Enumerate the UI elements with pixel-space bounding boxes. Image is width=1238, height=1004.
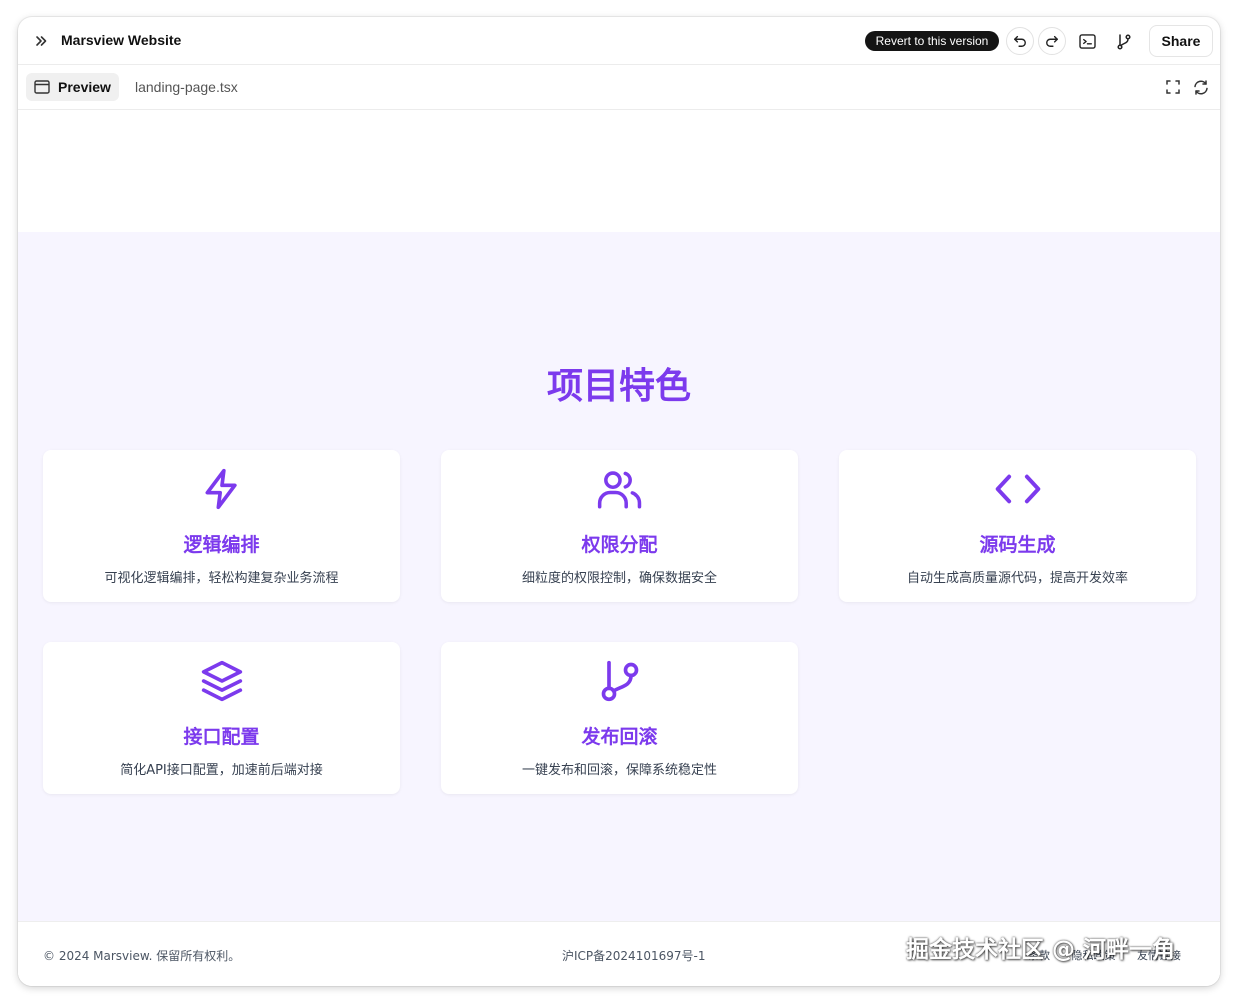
tab-preview[interactable]: Preview (26, 73, 119, 101)
branch-icon[interactable] (1110, 27, 1138, 55)
feature-desc: 可视化逻辑编排，轻松构建复杂业务流程 (104, 571, 339, 586)
tab-preview-label: Preview (58, 79, 111, 95)
feature-desc: 一键发布和回滚，保障系统稳定性 (521, 763, 717, 778)
fullscreen-icon[interactable] (1163, 77, 1183, 97)
expand-icon[interactable] (30, 29, 52, 53)
top-bar: Marsview Website Revert to this version … (18, 17, 1220, 65)
feature-title: 源码生成 (979, 534, 1056, 556)
undo-icon[interactable] (1006, 27, 1034, 55)
git-branch-icon (597, 658, 643, 704)
features-section: 项目特色 逻辑编排 可视化逻辑编排，轻松构建复杂业务流程 权限分配 细粒度的权限… (18, 232, 1220, 921)
feature-card: 接口配置 简化API接口配置，加速前后端对接 (43, 642, 400, 794)
feature-desc: 细粒度的权限控制，确保数据安全 (521, 571, 717, 586)
refresh-icon[interactable] (1191, 77, 1211, 97)
section-title: 项目特色 (546, 366, 691, 407)
feature-card: 逻辑编排 可视化逻辑编排，轻松构建复杂业务流程 (43, 450, 400, 602)
layers-icon (199, 658, 245, 704)
feature-desc: 简化API接口配置，加速前后端对接 (120, 763, 323, 778)
tab-bar: Preview landing-page.tsx (18, 65, 1220, 110)
feature-card: 源码生成 自动生成高质量源代码，提高开发效率 (839, 450, 1196, 602)
icp-link[interactable]: 沪ICP备2024101697号-1 (562, 947, 705, 964)
feature-title: 接口配置 (183, 726, 260, 748)
users-icon (597, 466, 643, 512)
terminal-icon[interactable] (1073, 27, 1101, 55)
feature-card: 发布回滚 一键发布和回滚，保障系统稳定性 (441, 642, 798, 794)
app-window: Marsview Website Revert to this version … (18, 17, 1220, 986)
copyright-text: © 2024 Marsview. 保留所有权利。 (43, 949, 241, 963)
feature-card: 权限分配 细粒度的权限控制，确保数据安全 (441, 450, 798, 602)
watermark: 掘金技术社区 @ 河畔一角 (906, 937, 1176, 963)
feature-title: 逻辑编排 (183, 534, 260, 556)
browser-icon (34, 80, 50, 94)
app-title: Marsview Website (61, 32, 182, 48)
lightning-icon (199, 466, 245, 512)
feature-desc: 自动生成高质量源代码，提高开发效率 (906, 571, 1128, 586)
preview-content: 项目特色 逻辑编排 可视化逻辑编排，轻松构建复杂业务流程 权限分配 细粒度的权限… (18, 110, 1220, 986)
revert-button[interactable]: Revert to this version (865, 31, 999, 51)
feature-title: 权限分配 (581, 534, 658, 556)
redo-icon[interactable] (1038, 27, 1066, 55)
tab-file[interactable]: landing-page.tsx (135, 79, 238, 95)
feature-title: 发布回滚 (581, 726, 658, 748)
share-button[interactable]: Share (1149, 25, 1213, 57)
code-icon (995, 466, 1041, 512)
